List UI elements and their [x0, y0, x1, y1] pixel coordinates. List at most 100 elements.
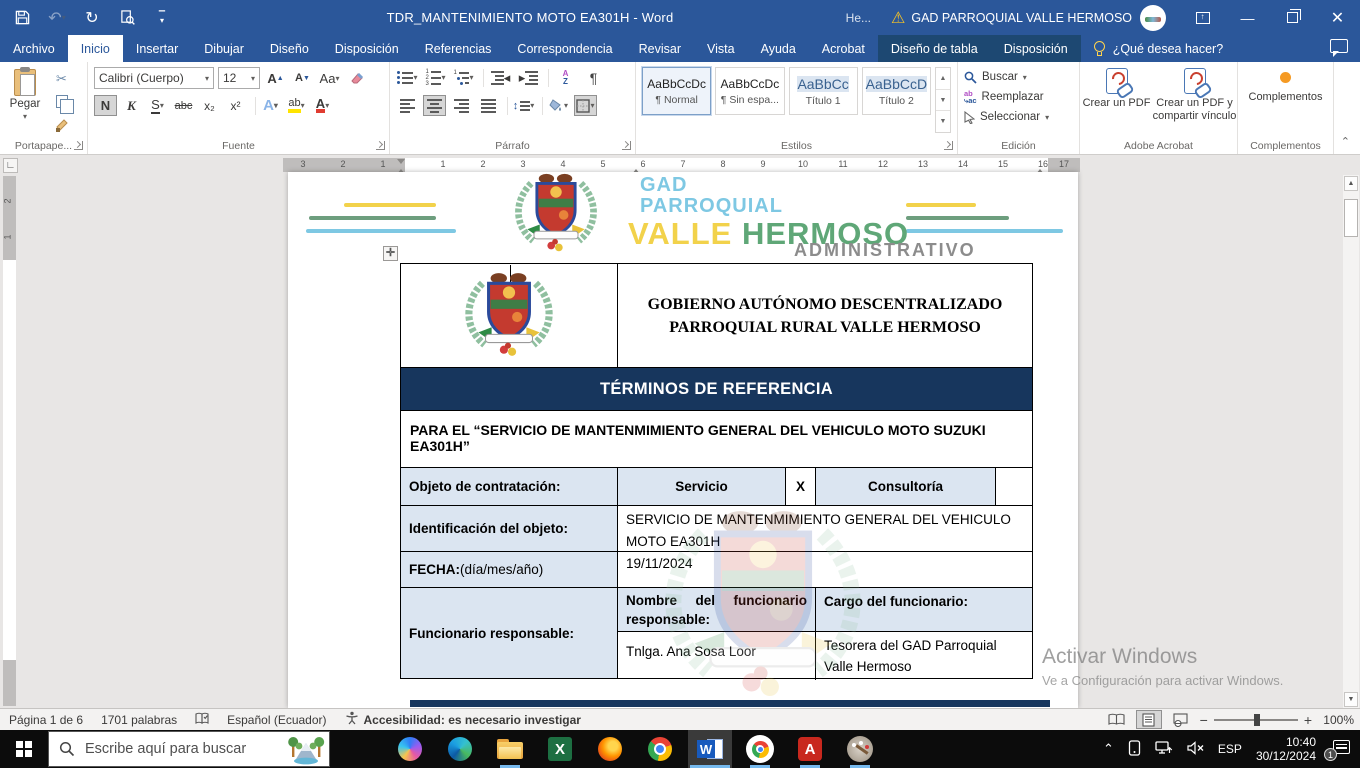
qat-customize-icon[interactable]: ▔▾ [152, 8, 172, 28]
style-sin-espaciado[interactable]: AaBbCcDc ¶ Sin espa... [715, 67, 784, 115]
multilevel-list-icon[interactable]: 1▾ [452, 67, 475, 88]
zoom-in-icon[interactable]: + [1304, 712, 1312, 728]
find-button[interactable]: Buscar▾ [958, 67, 1079, 87]
cell-consultoria-mark[interactable] [996, 468, 1032, 505]
account-name[interactable]: GAD PARROQUIAL VALLE HERMOSO [911, 11, 1132, 25]
vertical-ruler[interactable]: 2 1 [3, 176, 16, 706]
styles-scroll-up-icon[interactable]: ▲ [936, 68, 950, 90]
taskbar-word-icon[interactable]: W [688, 730, 732, 768]
taskbar-search-input[interactable]: Escribe aquí para buscar [48, 731, 330, 767]
sort-icon[interactable]: AZ [554, 67, 577, 88]
subscript-button[interactable]: x₂ [198, 95, 221, 116]
taskbar-explorer-icon[interactable] [488, 730, 532, 768]
format-painter-icon[interactable] [50, 114, 73, 135]
tray-network-icon[interactable] [1155, 740, 1173, 758]
tab-dibujar[interactable]: Dibujar [191, 35, 257, 62]
scroll-down-icon[interactable]: ▼ [1344, 692, 1358, 707]
shrink-font-icon[interactable]: A▼ [291, 68, 314, 89]
taskbar-excel-icon[interactable]: X [538, 730, 582, 768]
read-mode-icon[interactable] [1104, 710, 1130, 729]
document-table[interactable]: GOBIERNO AUTÓNOMO DESCENTRALIZADO PARROQ… [400, 263, 1033, 679]
tab-stop-selector[interactable]: ∟ [3, 158, 18, 173]
start-button[interactable] [0, 730, 48, 768]
redo-icon[interactable]: ↻ [82, 8, 102, 28]
tab-archivo[interactable]: Archivo [0, 35, 68, 62]
font-name-select[interactable]: Calibri (Cuerpo)▾ [94, 67, 214, 89]
style-normal[interactable]: AaBbCcDc ¶ Normal [642, 67, 711, 115]
clipboard-dialog-launcher[interactable] [74, 141, 83, 150]
change-case-icon[interactable]: Aa▾ [318, 68, 341, 89]
word-count[interactable]: 1701 palabras [92, 713, 186, 727]
tab-ayuda[interactable]: Ayuda [748, 35, 809, 62]
taskbar-chrome-profile-icon[interactable] [738, 730, 782, 768]
text-effects-button[interactable]: A▾ [259, 95, 282, 116]
cell-cargo-header[interactable]: Cargo del funcionario: [816, 588, 1032, 631]
tray-hidden-icons-chevron[interactable]: ⌃ [1103, 741, 1114, 757]
horizontal-ruler[interactable]: 3 2 1 1 2 3 4 5 6 7 8 9 10 11 12 13 14 1… [283, 158, 1080, 172]
taskbar-chrome-icon[interactable] [638, 730, 682, 768]
style-titulo-2[interactable]: AaBbCcD Título 2 [862, 67, 931, 115]
taskbar-firefox-icon[interactable] [588, 730, 632, 768]
tab-revisar[interactable]: Revisar [626, 35, 694, 62]
styles-dialog-launcher[interactable] [944, 141, 953, 150]
cell-identificacion-label[interactable]: Identificación del objeto: [401, 506, 618, 551]
font-size-select[interactable]: 12▾ [218, 67, 260, 89]
justify-icon[interactable] [477, 95, 500, 116]
minimize-button[interactable]: — [1225, 0, 1270, 35]
select-button[interactable]: Seleccionar▾ [958, 107, 1079, 127]
taskbar-acrobat-icon[interactable]: A [788, 730, 832, 768]
tab-acrobat[interactable]: Acrobat [809, 35, 878, 62]
taskbar-edge-icon[interactable] [438, 730, 482, 768]
styles-gallery-more-icon[interactable]: ▼ [936, 111, 950, 132]
tray-volume-muted-icon[interactable] [1187, 741, 1204, 758]
print-layout-icon[interactable] [1136, 710, 1162, 729]
cell-fecha-label[interactable]: FECHA: (día/mes/año) [401, 552, 618, 587]
zoom-level[interactable]: 100% [1318, 713, 1354, 727]
italic-button[interactable]: K [120, 95, 143, 116]
align-right-icon[interactable] [450, 95, 473, 116]
decrease-indent-icon[interactable]: ◂ [489, 67, 512, 88]
line-spacing-icon[interactable]: ↕▾ [512, 95, 535, 116]
style-titulo-1[interactable]: AaBbCc Título 1 [789, 67, 858, 115]
print-preview-icon[interactable] [117, 8, 137, 28]
tray-clock[interactable]: 10:40 30/12/2024 [1256, 735, 1316, 763]
accessibility-status[interactable]: Accesibilidad: es necesario investigar [362, 713, 590, 727]
cell-servicio[interactable]: Servicio [618, 468, 786, 505]
strikethrough-button[interactable]: abc [172, 95, 195, 116]
tab-insertar[interactable]: Insertar [123, 35, 191, 62]
tab-inicio[interactable]: Inicio [68, 35, 123, 62]
comments-icon[interactable] [1330, 39, 1348, 53]
close-button[interactable]: ✕ [1315, 0, 1360, 35]
table-title-band[interactable]: TÉRMINOS DE REFERENCIA [401, 368, 1032, 411]
tell-me-box[interactable]: ¿Qué desea hacer? [1081, 35, 1236, 62]
superscript-button[interactable]: x² [224, 95, 247, 116]
underline-button[interactable]: S▾ [146, 95, 169, 116]
font-dialog-launcher[interactable] [376, 141, 385, 150]
accessibility-icon[interactable] [336, 711, 362, 728]
tab-referencias[interactable]: Referencias [412, 35, 505, 62]
language-indicator[interactable]: Español (Ecuador) [218, 713, 335, 727]
copy-icon[interactable] [50, 91, 73, 112]
tab-vista[interactable]: Vista [694, 35, 748, 62]
cell-consultoria[interactable]: Consultoría [816, 468, 996, 505]
cell-nombre-value[interactable]: Tnlga. Ana Sosa Loor [618, 632, 816, 680]
cell-identificacion-value[interactable]: SERVICIO DE MANTENMIMIENTO GENERAL DEL V… [618, 506, 1032, 551]
page-indicator[interactable]: Página 1 de 6 [0, 713, 92, 727]
align-left-icon[interactable] [396, 95, 419, 116]
save-icon[interactable] [12, 8, 32, 28]
table-cell-org-name[interactable]: GOBIERNO AUTÓNOMO DESCENTRALIZADO PARROQ… [618, 264, 1032, 367]
tab-correspondencia[interactable]: Correspondencia [504, 35, 625, 62]
borders-icon[interactable]: ▾ [574, 95, 597, 116]
restore-button[interactable] [1270, 0, 1315, 35]
collapse-ribbon-icon[interactable]: ⌃ [1341, 135, 1350, 148]
zoom-slider[interactable] [1214, 719, 1298, 721]
zoom-out-icon[interactable]: − [1200, 712, 1208, 728]
styles-scroll-down-icon[interactable]: ▼ [936, 90, 950, 112]
cell-fecha-value[interactable]: 19/11/2024 [618, 552, 1032, 587]
numbering-icon[interactable]: 123▾ [424, 67, 447, 88]
replace-button[interactable]: ab⤷ac Reemplazar [958, 87, 1079, 107]
tray-device-icon[interactable] [1128, 740, 1141, 759]
tab-disposicion[interactable]: Disposición [322, 35, 412, 62]
table-cell-crest[interactable] [401, 264, 618, 367]
highlight-button[interactable]: ab▾ [285, 95, 308, 116]
